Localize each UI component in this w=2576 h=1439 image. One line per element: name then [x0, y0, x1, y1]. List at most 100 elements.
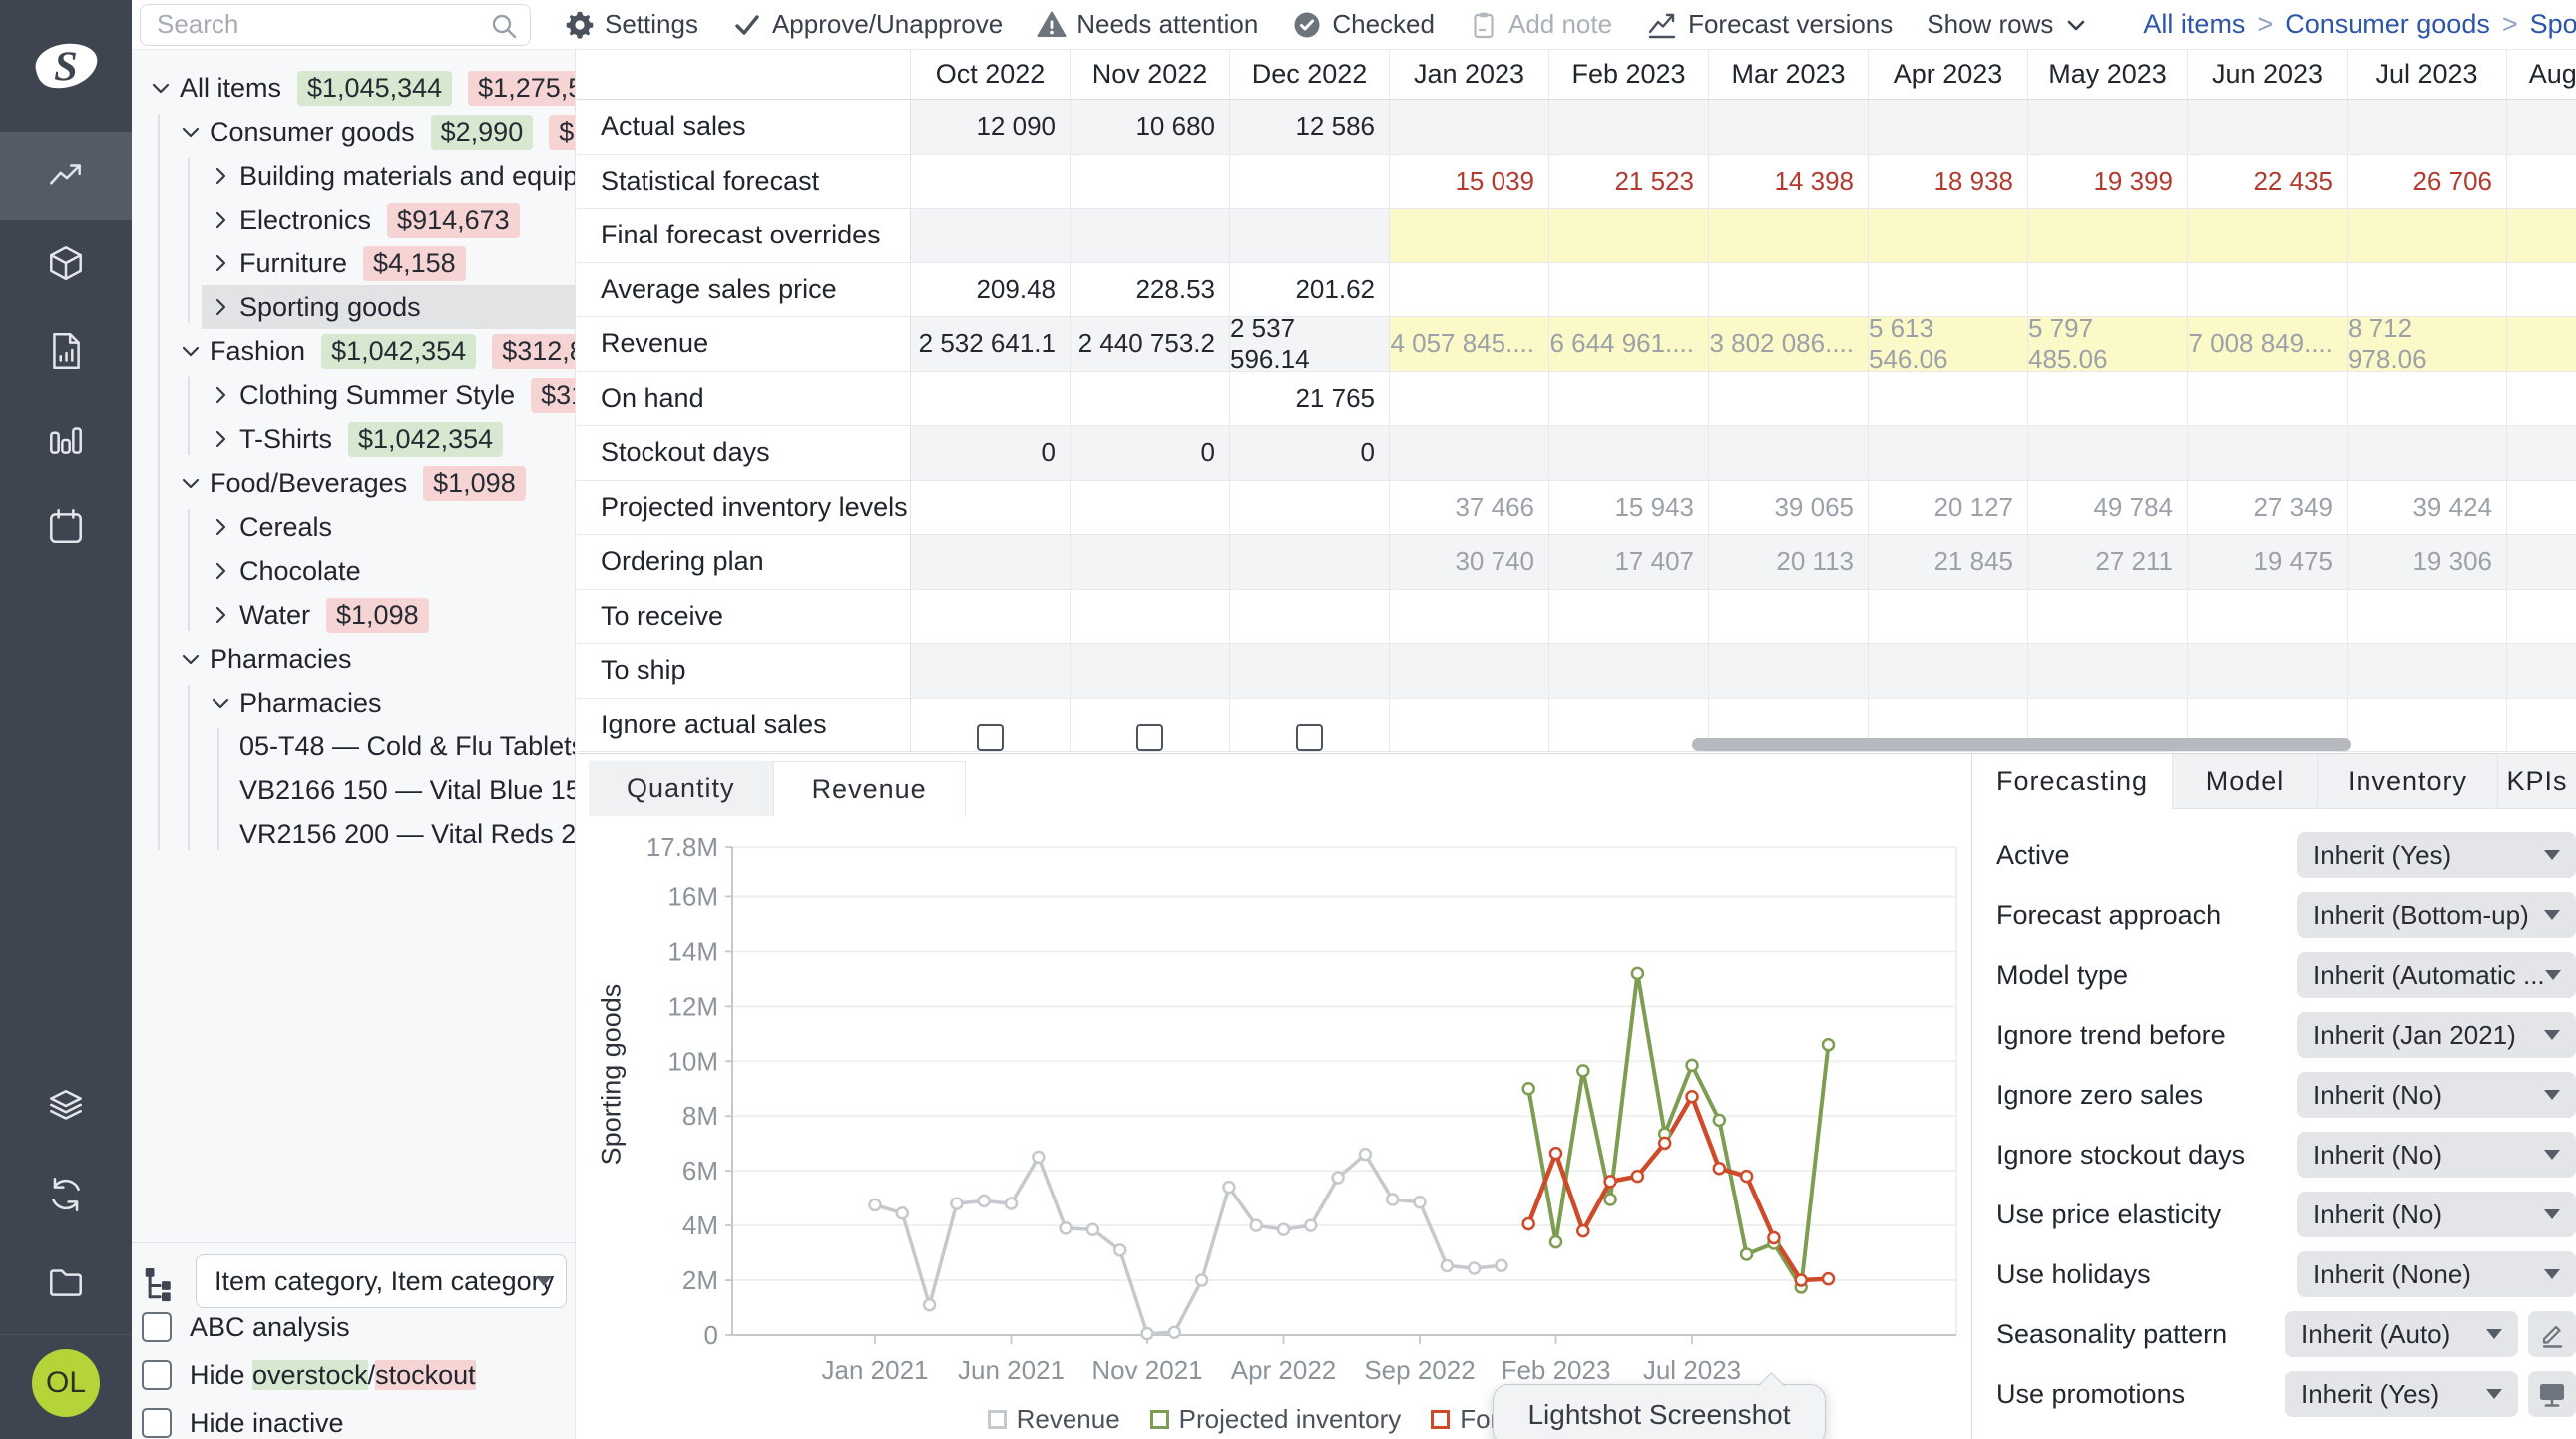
- chevron-down-icon[interactable]: [172, 340, 210, 362]
- user-avatar[interactable]: OL: [32, 1349, 100, 1417]
- table-cell[interactable]: 27 349: [2188, 481, 2348, 536]
- table-cell[interactable]: [1869, 426, 2028, 481]
- table-cell[interactable]: [1549, 644, 1709, 699]
- needs-attention-button[interactable]: Needs attention: [1037, 9, 1258, 40]
- table-cell[interactable]: 20 127: [1869, 481, 2028, 536]
- tab-forecasting[interactable]: Forecasting: [1972, 754, 2172, 809]
- table-cell[interactable]: 39 424: [2348, 481, 2507, 536]
- table-cell[interactable]: 30 740: [1390, 535, 1549, 590]
- table-cell[interactable]: [1071, 209, 1230, 263]
- add-note-button[interactable]: Add note: [1469, 9, 1612, 40]
- chevron-right-icon[interactable]: [202, 209, 239, 231]
- chevron-right-icon[interactable]: [202, 296, 239, 318]
- forecast-versions-button[interactable]: Forecast versions: [1646, 9, 1893, 41]
- table-cell[interactable]: [1549, 100, 1709, 155]
- table-cell[interactable]: 22 435: [2188, 155, 2348, 210]
- table-cell[interactable]: 17 407: [1549, 535, 1709, 590]
- table-cell[interactable]: 14 398: [1709, 155, 1869, 210]
- table-cell[interactable]: [1390, 426, 1549, 481]
- table-cell[interactable]: [2188, 263, 2348, 318]
- table-cell[interactable]: [2188, 372, 2348, 427]
- table-cell[interactable]: [911, 590, 1071, 645]
- table-cell[interactable]: [911, 481, 1071, 536]
- table-cell[interactable]: 15 039: [1390, 155, 1549, 210]
- table-cell[interactable]: 3 802 086....: [1709, 317, 1869, 372]
- table-cell[interactable]: [1390, 590, 1549, 645]
- table-cell[interactable]: 6 092: [2507, 317, 2576, 372]
- chevron-down-icon[interactable]: [172, 472, 210, 494]
- tree-item[interactable]: Building materials and equipment: [202, 154, 575, 198]
- table-cell[interactable]: [2028, 590, 2188, 645]
- tree-item[interactable]: Electronics$914,673: [202, 198, 575, 241]
- table-cell[interactable]: [2507, 535, 2576, 590]
- table-cell[interactable]: 19 475: [2188, 535, 2348, 590]
- table-cell[interactable]: 21 523: [1549, 155, 1709, 210]
- table-cell[interactable]: 2 440 753.2: [1071, 317, 1230, 372]
- table-cell[interactable]: [1709, 263, 1869, 318]
- sidebar-item-sync[interactable]: [0, 1151, 132, 1238]
- setting-select[interactable]: Inherit (Automatic ...: [2297, 952, 2576, 998]
- table-cell[interactable]: [2507, 263, 2576, 318]
- table-cell[interactable]: [1230, 590, 1390, 645]
- abc-analysis-checkbox[interactable]: [142, 1312, 172, 1342]
- table-cell[interactable]: [1071, 155, 1230, 210]
- table-cell[interactable]: [1230, 699, 1390, 753]
- table-cell[interactable]: [911, 535, 1071, 590]
- tree-item[interactable]: Water$1,098: [202, 593, 575, 637]
- table-cell[interactable]: [1071, 535, 1230, 590]
- table-cell[interactable]: [1390, 263, 1549, 318]
- chevron-down-icon[interactable]: [172, 648, 210, 670]
- table-cell[interactable]: 21 765: [1230, 372, 1390, 427]
- table-cell[interactable]: 4 057 845....: [1390, 317, 1549, 372]
- table-cell[interactable]: 21 845: [1869, 535, 2028, 590]
- search-input[interactable]: [140, 4, 531, 46]
- table-cell[interactable]: [1549, 209, 1709, 263]
- table-cell[interactable]: 228.53: [1071, 263, 1230, 318]
- chevron-right-icon[interactable]: [202, 384, 239, 406]
- setting-select[interactable]: Inherit (No): [2297, 1192, 2576, 1237]
- table-cell[interactable]: [1869, 209, 2028, 263]
- table-cell[interactable]: 6 644 961....: [1549, 317, 1709, 372]
- table-cell[interactable]: 2 532 641.1: [911, 317, 1071, 372]
- chevron-right-icon[interactable]: [202, 560, 239, 582]
- table-cell[interactable]: 5 613 546.06: [1869, 317, 2028, 372]
- table-cell[interactable]: [1390, 699, 1549, 753]
- table-cell[interactable]: [2028, 426, 2188, 481]
- tree-item[interactable]: Sporting goods: [202, 285, 575, 329]
- tree-item[interactable]: VR2156 200 — Vital Reds 200 g: [239, 812, 575, 856]
- table-cell[interactable]: [2348, 699, 2507, 753]
- setting-select[interactable]: Inherit (None): [2297, 1251, 2576, 1297]
- sidebar-item-reports[interactable]: [0, 307, 132, 395]
- table-cell[interactable]: 5 797 485.06: [2028, 317, 2188, 372]
- table-cell[interactable]: [1869, 263, 2028, 318]
- table-cell[interactable]: [2348, 372, 2507, 427]
- table-cell[interactable]: [2507, 699, 2576, 753]
- breadcrumb-all-items[interactable]: All items: [2143, 9, 2245, 40]
- table-cell[interactable]: 27 211: [2028, 535, 2188, 590]
- table-cell[interactable]: 201.62: [1230, 263, 1390, 318]
- setting-select[interactable]: Inherit (Bottom-up): [2297, 892, 2576, 938]
- chevron-right-icon[interactable]: [202, 516, 239, 538]
- table-cell[interactable]: [2507, 481, 2576, 536]
- breadcrumb-consumer-goods[interactable]: Consumer goods: [2285, 9, 2490, 40]
- sidebar-item-dashboard[interactable]: [0, 395, 132, 483]
- table-cell[interactable]: [2028, 644, 2188, 699]
- table-cell[interactable]: [1071, 590, 1230, 645]
- table-cell[interactable]: 209.48: [911, 263, 1071, 318]
- setting-select[interactable]: Inherit (Auto): [2285, 1311, 2518, 1357]
- table-cell[interactable]: [1390, 372, 1549, 427]
- table-cell[interactable]: [1869, 590, 2028, 645]
- table-cell[interactable]: [2348, 644, 2507, 699]
- horizontal-scrollbar-thumb[interactable]: [1692, 738, 2351, 751]
- table-cell[interactable]: [2188, 100, 2348, 155]
- table-cell[interactable]: [1390, 100, 1549, 155]
- tree-item[interactable]: Furniture$4,158: [202, 241, 575, 285]
- table-cell[interactable]: 7 008 849....: [2188, 317, 2348, 372]
- table-cell[interactable]: 26 706: [2348, 155, 2507, 210]
- table-cell[interactable]: [1709, 209, 1869, 263]
- table-cell[interactable]: [2188, 209, 2348, 263]
- table-cell[interactable]: [1709, 100, 1869, 155]
- table-cell[interactable]: [1549, 263, 1709, 318]
- table-cell[interactable]: [1709, 426, 1869, 481]
- approve-unapprove-button[interactable]: Approve/Unapprove: [732, 9, 1003, 40]
